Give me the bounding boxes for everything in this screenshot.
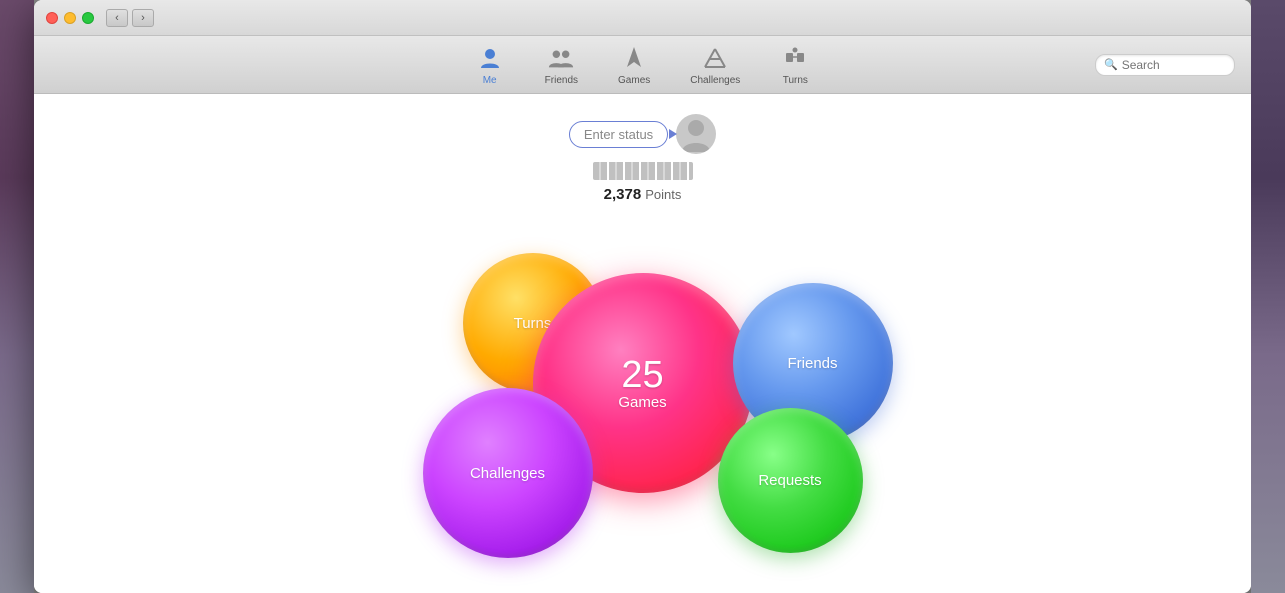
minimize-button[interactable] bbox=[64, 12, 76, 24]
challenges-icon bbox=[701, 44, 729, 72]
back-button[interactable]: ‹ bbox=[106, 9, 128, 27]
maximize-button[interactable] bbox=[82, 12, 94, 24]
avatar bbox=[676, 114, 716, 154]
toolbar: Me Friends bbox=[34, 36, 1251, 94]
profile-top: Enter status bbox=[569, 114, 716, 154]
friends-icon bbox=[547, 44, 575, 72]
titlebar: ‹ › bbox=[34, 0, 1251, 36]
main-content: Enter status 2,378 Points Turns bbox=[34, 94, 1251, 593]
avatar-icon bbox=[676, 114, 716, 154]
search-input[interactable] bbox=[1122, 58, 1226, 72]
tab-games-label: Games bbox=[618, 75, 650, 86]
status-input[interactable]: Enter status bbox=[569, 121, 668, 148]
tab-turns[interactable]: Turns bbox=[760, 40, 830, 90]
search-icon: 🔍 bbox=[1104, 58, 1118, 71]
games-icon bbox=[620, 44, 648, 72]
tab-games[interactable]: Games bbox=[598, 40, 670, 90]
me-icon bbox=[476, 44, 504, 72]
tabs: Me Friends bbox=[455, 40, 831, 90]
traffic-lights bbox=[46, 12, 94, 24]
search-box[interactable]: 🔍 bbox=[1095, 54, 1235, 76]
bubble-challenges[interactable]: Challenges bbox=[423, 388, 593, 558]
points-row: 2,378 Points bbox=[604, 186, 682, 203]
tab-me[interactable]: Me bbox=[455, 40, 525, 90]
username-display bbox=[593, 162, 693, 180]
sidebar-left bbox=[0, 0, 34, 593]
turns-icon bbox=[781, 44, 809, 72]
nav-arrows: ‹ › bbox=[106, 9, 154, 27]
profile-section: Enter status 2,378 Points bbox=[569, 114, 716, 203]
tab-turns-label: Turns bbox=[783, 75, 808, 86]
points-label: Points bbox=[645, 187, 681, 202]
close-button[interactable] bbox=[46, 12, 58, 24]
tab-challenges-label: Challenges bbox=[690, 75, 740, 86]
bubble-requests[interactable]: Requests bbox=[718, 408, 863, 553]
forward-button[interactable]: › bbox=[132, 9, 154, 27]
points-value: 2,378 bbox=[604, 186, 642, 203]
sidebar-right bbox=[1251, 0, 1285, 593]
tab-friends[interactable]: Friends bbox=[525, 40, 598, 90]
game-center-window: ‹ › Me bbox=[34, 0, 1251, 593]
tab-friends-label: Friends bbox=[545, 75, 578, 86]
bubbles-area: Turns 25 Games Friends Challenges Reques… bbox=[343, 223, 943, 563]
tab-challenges[interactable]: Challenges bbox=[670, 40, 760, 90]
tab-me-label: Me bbox=[483, 75, 497, 86]
